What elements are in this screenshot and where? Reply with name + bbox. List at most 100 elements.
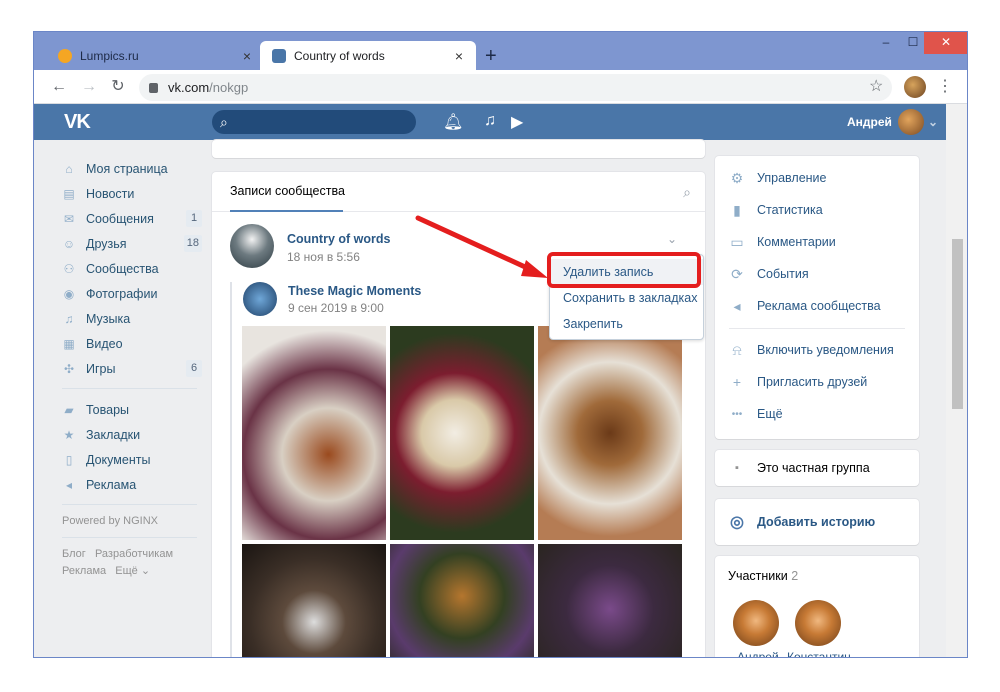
megaphone-icon: ◂ — [733, 297, 741, 314]
link-label: Добавить историю — [757, 515, 876, 529]
tab-community-posts[interactable]: Записи сообщества — [230, 184, 345, 198]
members-title[interactable]: Участники 2 — [728, 569, 798, 583]
stats-link[interactable]: ▮ Статистика — [729, 200, 823, 220]
sidebar-item-goods[interactable]: ▰ Товары — [62, 397, 202, 422]
member-name[interactable]: Андрей — [737, 650, 779, 657]
divider — [729, 328, 905, 329]
repost-date[interactable]: 9 сен 2019 в 9:00 — [288, 301, 384, 315]
search-icon[interactable]: ⌕ — [683, 184, 691, 201]
manage-link[interactable]: ⚙ Управление — [729, 168, 827, 188]
address-bar[interactable]: vk.com/nokgp — [139, 74, 892, 101]
back-button[interactable]: ← — [48, 76, 70, 98]
reload-button[interactable]: ↻ — [107, 76, 129, 98]
repost-author[interactable]: These Magic Moments — [288, 284, 421, 298]
video-icon: ▦ — [63, 336, 75, 351]
sidebar-item-friends[interactable]: ☺ Друзья 18 — [62, 231, 202, 256]
link-label: Реклама сообщества — [757, 299, 881, 313]
video-icon[interactable]: ▶ — [511, 112, 523, 132]
wall-tabs: Записи сообщества ⌕ — [212, 172, 705, 212]
pin-post-item[interactable]: Закрепить — [550, 311, 703, 337]
sidebar-item-messages[interactable]: ✉ Сообщения 1 — [62, 206, 202, 231]
sidebar-item-label: Реклама — [86, 477, 137, 492]
sidebar-item-documents[interactable]: ▯ Документы — [62, 447, 202, 472]
profile-avatar[interactable] — [904, 76, 926, 98]
invite-friends-link[interactable]: + Пригласить друзей — [729, 372, 867, 392]
footer-link-developers[interactable]: Разработчикам — [95, 548, 173, 560]
save-bookmark-item[interactable]: Сохранить в закладках — [550, 285, 703, 311]
avatar[interactable] — [733, 600, 779, 646]
megaphone-icon: ◂ — [65, 477, 73, 492]
footer-link-ads[interactable]: Реклама — [62, 565, 106, 577]
count-badge: 18 — [183, 235, 202, 252]
sidebar-item-my-page[interactable]: ⌂ Моя страница — [62, 156, 202, 181]
footer-links-2: Реклама Ещё ⌄ — [62, 563, 202, 580]
document-icon: ▯ — [65, 452, 73, 467]
new-tab-button[interactable]: + — [485, 45, 497, 68]
post-photo[interactable] — [242, 544, 386, 657]
post-photo[interactable] — [242, 326, 386, 540]
sidebar-item-label: Друзья — [86, 236, 127, 251]
forward-button[interactable]: → — [78, 76, 100, 98]
member-name[interactable]: Константин — [787, 650, 851, 657]
post-photo[interactable] — [538, 326, 682, 540]
post-photo[interactable] — [390, 544, 534, 657]
music-icon[interactable]: ♫ — [484, 112, 496, 130]
bag-icon: ▰ — [64, 402, 74, 417]
chevron-down-icon[interactable]: ⌄ — [667, 232, 677, 246]
scrollbar-thumb[interactable] — [952, 239, 963, 409]
tab-title: Lumpics.ru — [80, 48, 139, 63]
powered-by: Powered by NGINX — [62, 515, 158, 527]
add-story-button[interactable]: ◎ Добавить историю — [729, 512, 875, 532]
footer-link-blog[interactable]: Блог — [62, 548, 86, 560]
close-tab-icon[interactable]: × — [240, 48, 254, 64]
close-tab-icon[interactable]: × — [452, 48, 466, 64]
bookmark-star-icon[interactable]: ☆ — [869, 76, 883, 96]
sidebar-item-label: Товары — [86, 402, 129, 417]
sidebar-item-video[interactable]: ▦ Видео — [62, 331, 202, 356]
browser-menu-icon[interactable]: ⋮ — [937, 76, 953, 96]
management-card: ⚙ Управление ▮ Статистика ▭ Комментарии ⟳ Со… — [715, 156, 919, 439]
annotation-highlight-box — [547, 252, 701, 288]
left-menu: ⌂ Моя страница ▤ Новости ✉ Сообщения 1 ☺ Друз… — [62, 156, 202, 580]
sidebar-item-label: Фотографии — [86, 286, 158, 301]
avatar[interactable] — [795, 600, 841, 646]
footer-link-more[interactable]: Ещё ⌄ — [115, 565, 150, 577]
chevron-down-icon: ⌄ — [927, 115, 938, 129]
tab-country-of-words[interactable]: Country of words × — [260, 41, 476, 70]
sidebar-item-groups[interactable]: ⚇ Сообщества — [62, 256, 202, 281]
groups-icon: ⚇ — [63, 261, 75, 276]
community-ads-link[interactable]: ◂ Реклама сообщества — [729, 296, 881, 316]
bell-icon[interactable]: 🔔︎ — [443, 112, 463, 132]
repost-avatar[interactable] — [243, 282, 277, 316]
url-host: vk.com — [168, 80, 210, 95]
sidebar-item-ads[interactable]: ◂ Реклама — [62, 472, 202, 497]
post-author[interactable]: Country of words — [287, 232, 390, 246]
link-label: Это частная группа — [757, 461, 870, 475]
vk-logo[interactable]: VK — [64, 111, 91, 134]
events-icon: ⟳ — [731, 265, 743, 282]
sidebar-item-photos[interactable]: ◉ Фотографии — [62, 281, 202, 306]
user-menu[interactable]: Андрей ⌄ — [847, 109, 938, 135]
sidebar-item-music[interactable]: ♫ Музыка — [62, 306, 202, 331]
events-link[interactable]: ⟳ События — [729, 264, 808, 284]
notifications-link[interactable]: ⍾ Включить уведомления — [729, 340, 893, 360]
post-photo[interactable] — [538, 544, 682, 657]
avatar — [897, 109, 924, 135]
comments-link[interactable]: ▭ Комментарии — [729, 232, 835, 252]
bell-icon: ⍾ — [732, 341, 742, 358]
link-label: Ещё — [757, 407, 783, 421]
sidebar-item-label: Документы — [86, 452, 151, 467]
sidebar-item-bookmarks[interactable]: ★ Закладки — [62, 422, 202, 447]
page-scrollbar[interactable] — [946, 104, 967, 657]
post-photo[interactable] — [390, 326, 534, 540]
sidebar-item-games[interactable]: ✣ Игры 6 — [62, 356, 202, 381]
community-avatar[interactable] — [230, 224, 274, 268]
count-badge: 6 — [186, 360, 202, 377]
close-window-button[interactable]: ✕ — [924, 32, 967, 54]
music-icon: ♫ — [64, 311, 74, 326]
tab-lumpics[interactable]: Lumpics.ru × — [46, 41, 264, 70]
vk-search-input[interactable]: ⌕ — [212, 110, 416, 134]
sidebar-item-news[interactable]: ▤ Новости — [62, 181, 202, 206]
post-date[interactable]: 18 ноя в 5:56 — [287, 250, 360, 264]
more-link[interactable]: ••• Ещё — [729, 404, 783, 424]
